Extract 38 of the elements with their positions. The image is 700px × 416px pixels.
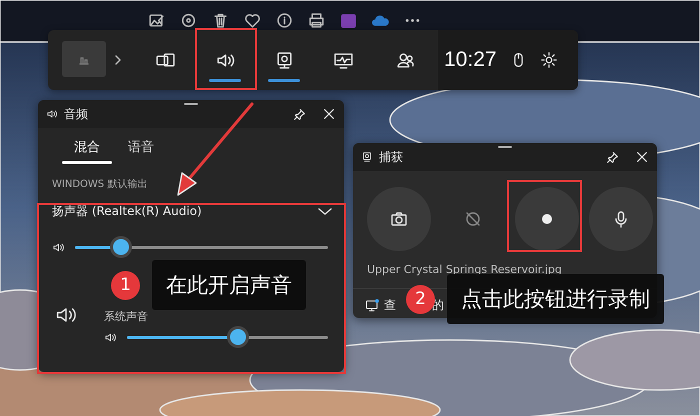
rotate-icon[interactable] bbox=[180, 12, 197, 29]
info-icon[interactable] bbox=[276, 12, 293, 29]
volume-slider[interactable] bbox=[75, 239, 328, 255]
delete-icon[interactable] bbox=[212, 12, 229, 29]
drag-handle[interactable] bbox=[498, 146, 512, 148]
tab[interactable]: 混合 bbox=[62, 138, 112, 164]
slider-thumb[interactable] bbox=[112, 239, 129, 255]
highlight-frame bbox=[195, 28, 257, 90]
drag-handle[interactable] bbox=[184, 103, 198, 105]
chevron-right-icon[interactable] bbox=[113, 54, 123, 66]
print-icon[interactable] bbox=[308, 12, 325, 29]
image-edit-icon[interactable] bbox=[148, 12, 165, 29]
chevron-down-icon[interactable] bbox=[318, 206, 332, 216]
game-thumbnail[interactable] bbox=[62, 41, 106, 77]
panel-title: 音频 bbox=[64, 106, 89, 122]
file-name: Upper Crystal Springs Reservoir.jpg bbox=[366, 262, 563, 276]
panel-title: 捕获 bbox=[379, 148, 404, 166]
pin-icon[interactable] bbox=[293, 108, 306, 120]
heart-icon[interactable] bbox=[244, 12, 261, 29]
slider-thumb[interactable] bbox=[230, 329, 246, 345]
close-icon[interactable] bbox=[322, 107, 336, 121]
mouse-icon[interactable] bbox=[512, 52, 524, 68]
clock-time: 10:27 bbox=[444, 48, 497, 72]
link-text[interactable]: 查 bbox=[384, 297, 396, 314]
settings-icon[interactable] bbox=[540, 51, 558, 69]
section-label: WINDOWS 默认输出 bbox=[51, 178, 148, 192]
pin-icon[interactable] bbox=[606, 150, 619, 164]
callout-text: 在此开启声音 bbox=[152, 260, 306, 310]
app-name: 系统声音 bbox=[103, 309, 149, 324]
volume-slider[interactable] bbox=[127, 329, 328, 345]
tab[interactable]: 语音 bbox=[116, 138, 166, 164]
close-icon[interactable] bbox=[635, 150, 649, 164]
callout-text: 点击此按钮进行录制 bbox=[447, 274, 664, 324]
app-icon[interactable] bbox=[340, 12, 357, 29]
gallery-icon[interactable] bbox=[365, 298, 380, 313]
device-name: 扬声器 (Realtek(R) Audio) bbox=[52, 202, 203, 220]
webcam-icon bbox=[361, 151, 373, 163]
speaker-icon bbox=[46, 108, 58, 120]
